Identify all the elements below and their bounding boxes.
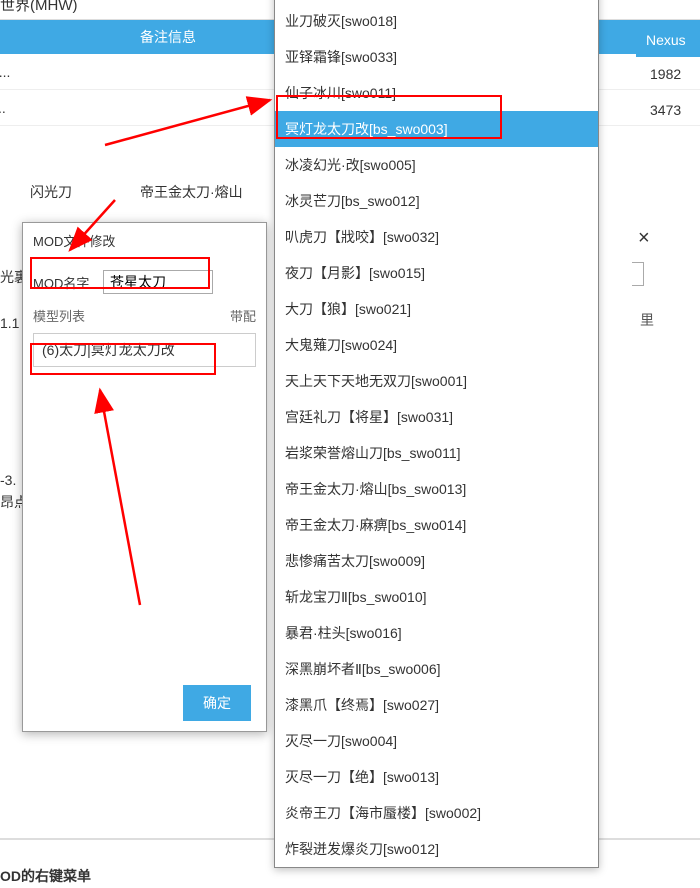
table-header-nexus: Nexus xyxy=(636,23,700,57)
dropdown-item[interactable]: 业刀破灭[swo018] xyxy=(275,3,598,39)
dropdown-item[interactable]: 宫廷礼刀【将星】[swo031] xyxy=(275,399,598,435)
dropdown-item[interactable]: 灭尽一刀[swo004] xyxy=(275,723,598,759)
weapon-cell: 闪光刀 xyxy=(30,182,72,202)
model-list-label: 模型列表 xyxy=(33,306,85,325)
model-list-right: 带配 xyxy=(230,306,256,325)
dropdown-item[interactable]: 帝王金太刀·麻痹[bs_swo014] xyxy=(275,507,598,543)
confirm-button[interactable]: 确定 xyxy=(183,685,251,721)
text-fragment: 1.1 xyxy=(0,315,19,331)
dropdown-item[interactable]: 暴君·柱头[swo016] xyxy=(275,615,598,651)
mod-name-input[interactable] xyxy=(103,270,213,294)
nexus-value: 3473 xyxy=(650,102,681,118)
dropdown-item-selected[interactable]: 冥灯龙太刀改[bs_swo003] xyxy=(275,111,598,147)
dropdown-item[interactable]: 冰灵芒刀[bs_swo012] xyxy=(275,183,598,219)
weapon-cell: 帝王金太刀·熔山 xyxy=(140,182,243,202)
dropdown-item[interactable]: 夜刀【月影】[swo015] xyxy=(275,255,598,291)
dropdown-item[interactable]: 大刀【狼】[swo021] xyxy=(275,291,598,327)
dropdown-item[interactable]: 叭虎刀【戕咬】[swo032] xyxy=(275,219,598,255)
dropdown-item[interactable]: 仙子冰川[swo011] xyxy=(275,75,598,111)
dropdown-item[interactable]: 深黑崩坏者Ⅱ[bs_swo006] xyxy=(275,651,598,687)
mod-name-label: MOD名字 xyxy=(33,273,103,292)
dialog-title: MOD文件修改 xyxy=(23,223,266,258)
dropdown-item[interactable]: 大鬼薙刀[swo024] xyxy=(275,327,598,363)
table-cell: 73-1-22-1700... xyxy=(0,100,130,116)
dropdown-item[interactable]: 漆黑爪【终焉】[swo027] xyxy=(275,687,598,723)
close-icon[interactable]: × xyxy=(638,227,650,250)
dropdown-item[interactable]: 冰凌幻光·改[swo005] xyxy=(275,147,598,183)
dropdown-item[interactable]: 斩龙宝刀Ⅱ[bs_swo010] xyxy=(275,579,598,615)
mod-edit-dialog: MOD文件修改 MOD名字 模型列表 带配 (6)太刀|冥灯龙太刀改 确定 xyxy=(22,222,267,732)
weapon-dropdown[interactable]: 业刀破灭[swo018] 亚铎霜锋[swo033] 仙子冰川[swo011] 冥… xyxy=(274,0,599,868)
text-fragment: 里 xyxy=(640,310,654,330)
dropdown-item[interactable]: 天上天下天地无双刀[swo001] xyxy=(275,363,598,399)
dropdown-item[interactable]: 帝王金太刀·熔山[bs_swo013] xyxy=(275,471,598,507)
dropdown-item[interactable]: 灭尽一刀【绝】[swo013] xyxy=(275,759,598,795)
dropdown-item[interactable]: 悲惨痛苦太刀[swo009] xyxy=(275,543,598,579)
model-list-item[interactable]: (6)太刀|冥灯龙太刀改 xyxy=(33,333,256,367)
mod-name-row: MOD名字 xyxy=(33,270,256,294)
dropdown-item[interactable]: 亚铎霜锋[swo033] xyxy=(275,39,598,75)
dropdown-item[interactable]: 岩浆荣誉熔山刀[bs_swo011] xyxy=(275,435,598,471)
dropdown-item[interactable]: 炸裂迸发爆炎刀[swo012] xyxy=(275,831,598,867)
model-list-header: 模型列表 带配 xyxy=(33,306,256,325)
table-cell: 32-3-0-1-1700... xyxy=(0,64,130,80)
dropdown-item[interactable]: 炎帝王刀【海市蜃楼】[swo002] xyxy=(275,795,598,831)
text-fragment: -3. xyxy=(0,472,16,488)
nexus-value: 1982 xyxy=(650,66,681,82)
context-menu-label: OD的右键菜单 xyxy=(0,866,91,886)
input-fragment xyxy=(632,262,644,286)
